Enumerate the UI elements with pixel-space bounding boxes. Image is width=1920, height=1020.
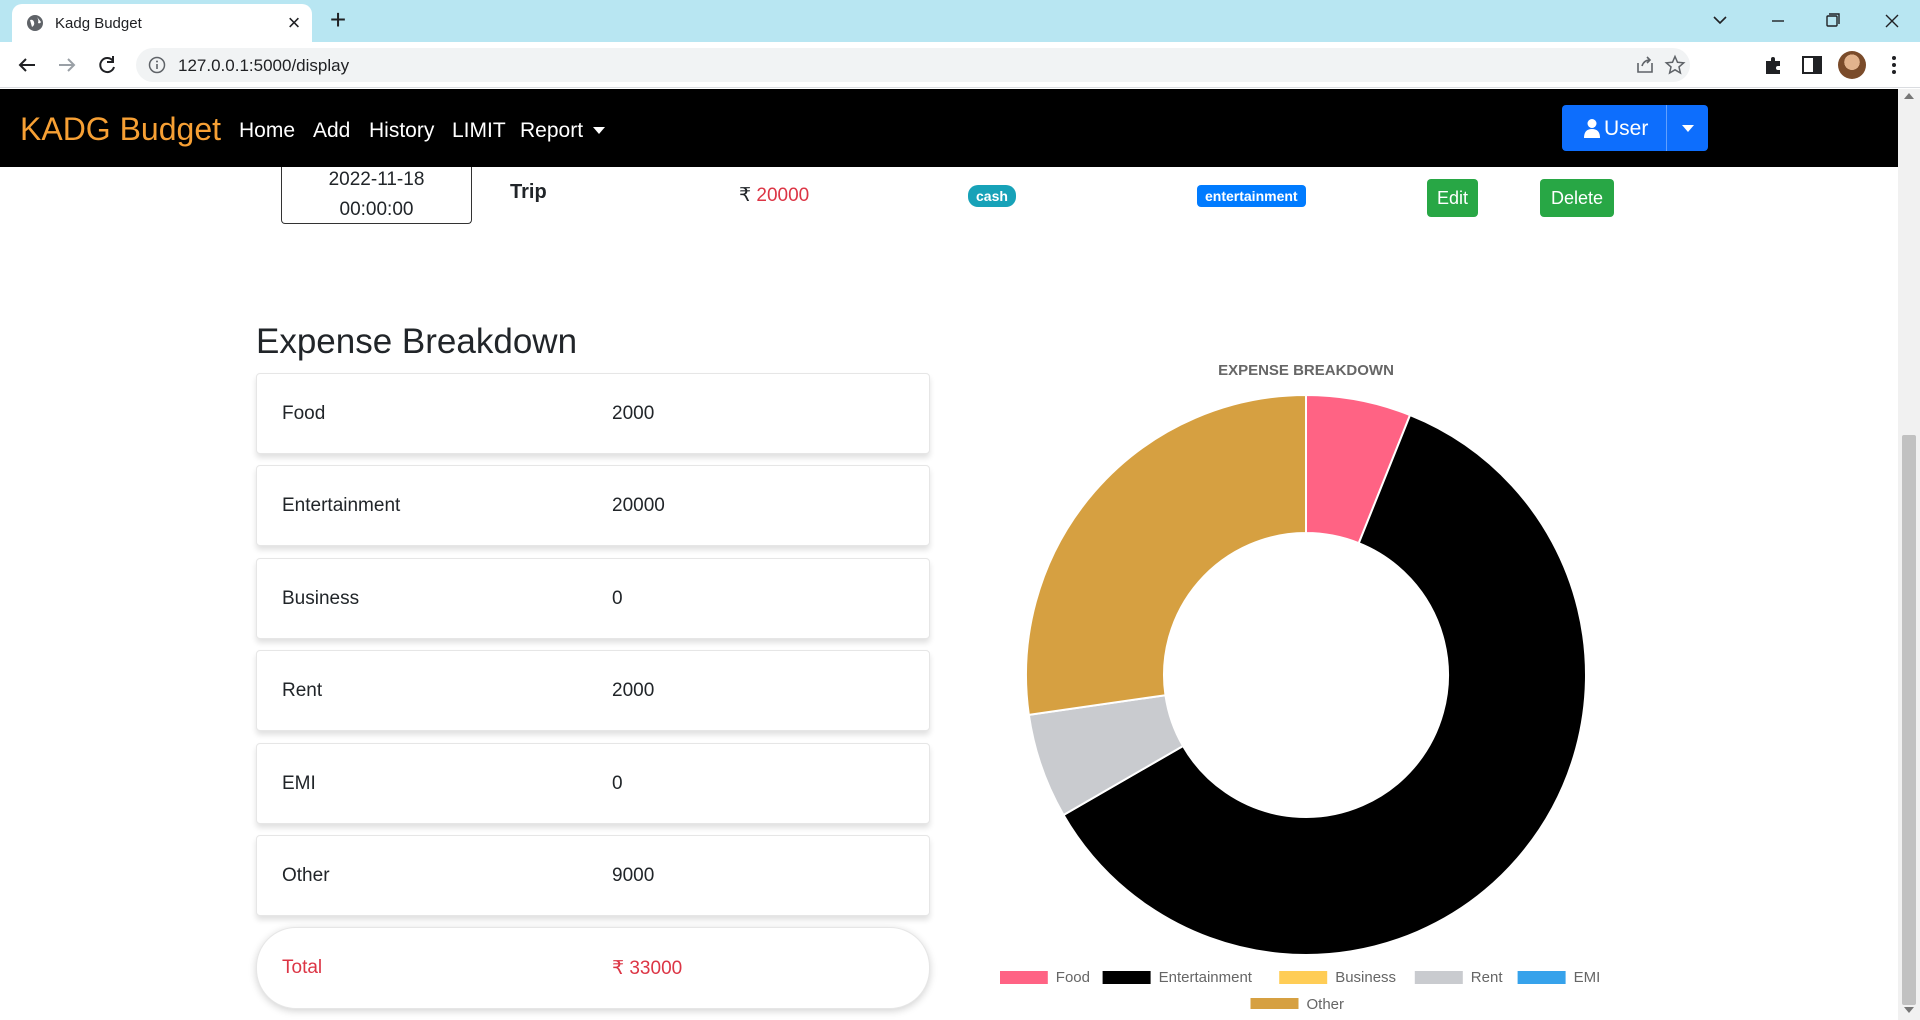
forward-arrow-icon[interactable] xyxy=(53,51,81,79)
back-arrow-icon[interactable] xyxy=(13,51,41,79)
page-viewport: 2022-11-18 00:00:00 Trip ₹ 20000 cash en… xyxy=(0,89,1898,1020)
transaction-date-day: 2022-11-18 xyxy=(328,169,425,190)
breakdown-label: Rent xyxy=(282,680,323,701)
expense-donut-chart: EXPENSE BREAKDOWN Food Entertainment Busine… xyxy=(1000,362,1601,1009)
globe-icon xyxy=(27,15,43,31)
breakdown-value: 20000 xyxy=(612,495,665,516)
scroll-up-arrow-icon[interactable] xyxy=(1904,93,1914,99)
legend-label-rent[interactable]: Rent xyxy=(1471,969,1504,986)
caret-down-icon xyxy=(1682,125,1694,132)
breakdown-item: Other 9000 xyxy=(256,835,930,916)
puzzle-icon[interactable] xyxy=(1762,53,1786,77)
nav-report-label: Report xyxy=(520,119,584,142)
close-icon[interactable]: × xyxy=(282,11,306,35)
chevron-down-icon[interactable] xyxy=(1700,4,1740,38)
breakdown-item: Rent 2000 xyxy=(256,650,930,731)
delete-button[interactable]: Delete xyxy=(1540,179,1614,217)
payment-mode-badge: cash xyxy=(968,185,1016,207)
breakdown-label: EMI xyxy=(282,773,316,794)
address-bar[interactable]: 127.0.0.1:5000/display xyxy=(136,48,1690,82)
minimize-icon[interactable] xyxy=(1758,4,1798,38)
category-badge: entertainment xyxy=(1197,185,1306,207)
window-close-icon[interactable] xyxy=(1872,4,1912,38)
breakdown-value: 0 xyxy=(612,773,623,794)
currency-symbol: ₹ xyxy=(739,185,752,206)
total-label: Total xyxy=(282,957,323,978)
transaction-date: 2022-11-18 00:00:00 xyxy=(281,165,472,224)
legend-label-food[interactable]: Food xyxy=(1056,969,1090,986)
user-label: User xyxy=(1604,117,1649,140)
breakdown-label: Other xyxy=(282,865,330,886)
kebab-menu-icon[interactable] xyxy=(1882,53,1906,77)
legend-label-emi[interactable]: EMI xyxy=(1574,969,1601,986)
breakdown-item: Business 0 xyxy=(256,558,930,639)
legend-label-entertainment[interactable]: Entertainment xyxy=(1159,969,1253,986)
browser-toolbar: 127.0.0.1:5000/display xyxy=(0,42,1920,88)
top-navbar: KADG Budget Home Add History LIMIT Repor… xyxy=(0,89,1898,167)
breakdown-value: 2000 xyxy=(612,403,655,424)
nav-link-limit[interactable]: LIMIT xyxy=(452,119,506,143)
breakdown-label: Business xyxy=(282,588,360,609)
nav-link-history[interactable]: History xyxy=(369,119,434,143)
new-tab-icon[interactable]: + xyxy=(324,6,352,34)
donut-slice-other[interactable] xyxy=(1025,393,1307,716)
page-scrollbar[interactable] xyxy=(1898,89,1920,1020)
brand-logo[interactable]: KADG Budget xyxy=(20,111,221,148)
legend-swatch-rent[interactable] xyxy=(1414,971,1463,984)
legend-label-other[interactable]: Other xyxy=(1307,996,1345,1009)
nav-link-home[interactable]: Home xyxy=(239,119,295,143)
reload-icon[interactable] xyxy=(93,51,121,79)
breakdown-total: Total ₹ 33000 xyxy=(256,927,930,1009)
user-dropdown-toggle[interactable] xyxy=(1666,105,1708,151)
legend-label-business[interactable]: Business xyxy=(1335,969,1396,986)
nav-dropdown-report[interactable]: Report xyxy=(520,119,606,143)
scrollbar-thumb[interactable] xyxy=(1902,435,1916,1005)
tab-title: Kadg Budget xyxy=(55,15,142,32)
browser-tab[interactable]: Kadg Budget × xyxy=(12,4,312,42)
transaction-date-time: 00:00:00 xyxy=(339,199,414,220)
legend-swatch-emi[interactable] xyxy=(1517,971,1566,984)
side-panel-icon[interactable] xyxy=(1800,53,1824,77)
amount-value: 20000 xyxy=(756,185,810,206)
legend-swatch-food[interactable] xyxy=(1000,971,1048,984)
nav-link-add[interactable]: Add xyxy=(313,119,350,143)
transaction-amount: ₹ 20000 xyxy=(739,184,809,207)
user-icon xyxy=(1584,119,1600,138)
breakdown-item: Food 2000 xyxy=(256,373,930,454)
legend-swatch-business[interactable] xyxy=(1279,971,1328,984)
breakdown-label: Food xyxy=(282,403,326,424)
breakdown-value: 2000 xyxy=(612,680,655,701)
caret-down-icon xyxy=(593,127,606,134)
info-icon[interactable] xyxy=(148,56,166,74)
transaction-name: Trip xyxy=(510,181,547,203)
breakdown-value: 0 xyxy=(612,588,623,609)
legend-swatch-entertainment[interactable] xyxy=(1102,971,1151,984)
star-icon[interactable] xyxy=(1664,54,1686,76)
breakdown-title: Expense Breakdown xyxy=(256,322,578,361)
legend-swatch-other[interactable] xyxy=(1250,998,1299,1009)
browser-tabstrip: Kadg Budget × + xyxy=(0,0,1920,42)
breakdown-value: 9000 xyxy=(612,865,655,886)
share-icon[interactable] xyxy=(1634,54,1656,76)
edit-button[interactable]: Edit xyxy=(1427,179,1478,217)
breakdown-item: EMI 0 xyxy=(256,743,930,824)
chart-title: EXPENSE BREAKDOWN xyxy=(1218,362,1394,379)
user-menu-button[interactable]: User xyxy=(1562,105,1708,151)
scroll-down-arrow-icon[interactable] xyxy=(1904,1007,1914,1013)
url-text[interactable]: 127.0.0.1:5000/display xyxy=(178,56,349,76)
breakdown-item: Entertainment 20000 xyxy=(256,465,930,546)
profile-avatar[interactable] xyxy=(1838,51,1866,79)
total-value: ₹ 33000 xyxy=(612,958,683,979)
restore-icon[interactable] xyxy=(1812,4,1852,38)
breakdown-label: Entertainment xyxy=(282,495,401,516)
